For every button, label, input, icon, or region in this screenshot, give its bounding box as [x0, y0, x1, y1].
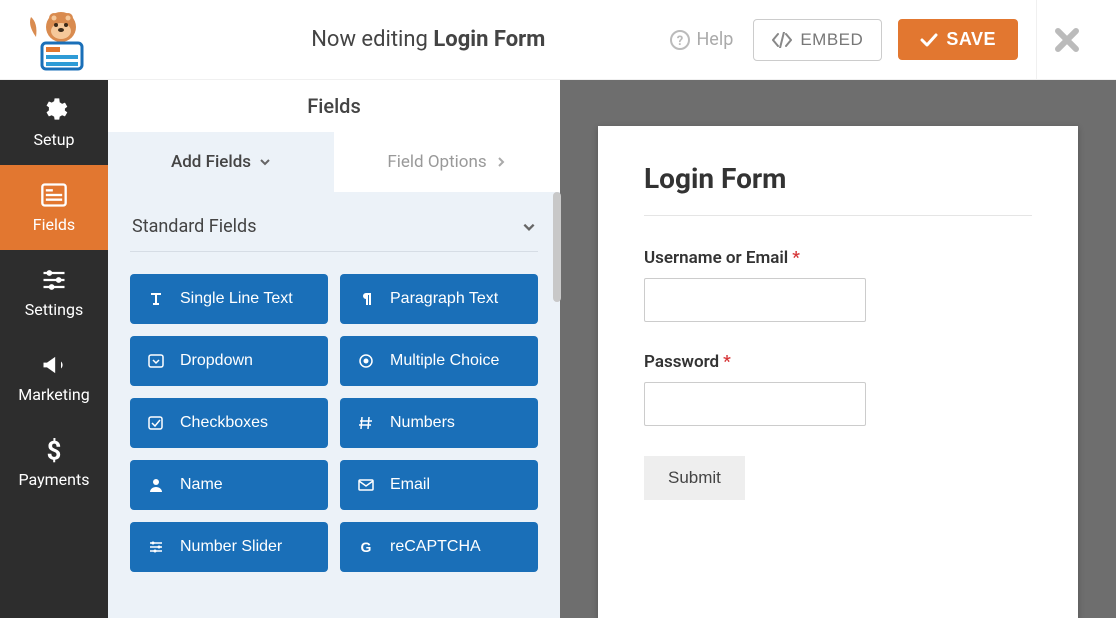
radio-icon	[356, 353, 376, 369]
dropdown-icon	[146, 353, 166, 369]
sidebar-item-label: Settings	[25, 300, 83, 319]
chevron-down-icon	[259, 156, 271, 168]
code-icon	[772, 32, 792, 48]
sidebar-item-label: Marketing	[18, 385, 89, 404]
password-input[interactable]	[644, 382, 866, 426]
page-title: Now editing Login Form	[106, 27, 670, 52]
svg-text:?: ?	[677, 34, 683, 49]
tab-add-fields[interactable]: Add Fields	[108, 132, 334, 192]
preview-pane: Login Form Username or Email* Password* …	[560, 80, 1116, 618]
sidebar-item-setup[interactable]: Setup	[0, 80, 108, 165]
username-label: Username or Email*	[644, 248, 1032, 268]
submit-button[interactable]: Submit	[644, 456, 745, 500]
svg-text:$: $	[47, 436, 62, 464]
field-checkboxes[interactable]: Checkboxes	[130, 398, 328, 448]
check-icon	[920, 33, 938, 47]
help-link[interactable]: ? Help	[670, 29, 733, 50]
chevron-right-icon	[495, 156, 507, 168]
sidebar-item-fields[interactable]: Fields	[0, 165, 108, 250]
embed-button[interactable]: EMBED	[753, 19, 882, 61]
field-paragraph-text[interactable]: Paragraph Text	[340, 274, 538, 324]
user-icon	[146, 477, 166, 493]
checkbox-icon	[146, 415, 166, 431]
bullhorn-icon	[40, 351, 68, 379]
tab-field-options[interactable]: Field Options	[334, 132, 560, 192]
svg-text:G: G	[361, 539, 372, 555]
save-button[interactable]: SAVE	[898, 19, 1018, 60]
fields-panel: Fields Add Fields Field Options Standard…	[108, 80, 560, 618]
username-input[interactable]	[644, 278, 866, 322]
field-numbers[interactable]: Numbers	[340, 398, 538, 448]
field-name[interactable]: Name	[130, 460, 328, 510]
sliders-icon	[146, 539, 166, 555]
section-standard-fields[interactable]: Standard Fields	[130, 210, 538, 252]
envelope-icon	[356, 477, 376, 493]
text-icon	[146, 291, 166, 307]
field-number-slider[interactable]: Number Slider	[130, 522, 328, 572]
sidebar-item-label: Fields	[33, 215, 75, 234]
panel-title: Fields	[108, 80, 560, 132]
close-icon[interactable]	[1054, 27, 1080, 53]
topbar: Now editing Login Form ? Help EMBED SAVE	[0, 0, 1116, 80]
sliders-icon	[40, 266, 68, 294]
form-title: Login Form	[644, 162, 1032, 215]
field-multiple-choice[interactable]: Multiple Choice	[340, 336, 538, 386]
field-email[interactable]: Email	[340, 460, 538, 510]
sidebar-item-payments[interactable]: $ Payments	[0, 420, 108, 505]
form-icon	[40, 181, 68, 209]
field-dropdown[interactable]: Dropdown	[130, 336, 328, 386]
sidebar: Setup Fields Settings Marketing $ Paymen…	[0, 80, 108, 618]
hash-icon	[356, 415, 376, 431]
help-icon: ?	[670, 30, 690, 50]
sidebar-item-label: Setup	[33, 130, 74, 149]
scrollbar[interactable]	[553, 192, 561, 302]
field-recaptcha[interactable]: GreCAPTCHA	[340, 522, 538, 572]
field-single-line-text[interactable]: Single Line Text	[130, 274, 328, 324]
divider	[644, 215, 1032, 216]
paragraph-icon	[356, 291, 376, 307]
chevron-down-icon	[522, 220, 536, 234]
logo	[16, 9, 106, 71]
sidebar-item-label: Payments	[18, 470, 89, 489]
password-label: Password*	[644, 352, 1032, 372]
sidebar-item-marketing[interactable]: Marketing	[0, 335, 108, 420]
dollar-icon: $	[40, 436, 68, 464]
sidebar-item-settings[interactable]: Settings	[0, 250, 108, 335]
form-preview: Login Form Username or Email* Password* …	[598, 126, 1078, 618]
gear-icon	[40, 96, 68, 124]
google-icon: G	[356, 539, 376, 555]
